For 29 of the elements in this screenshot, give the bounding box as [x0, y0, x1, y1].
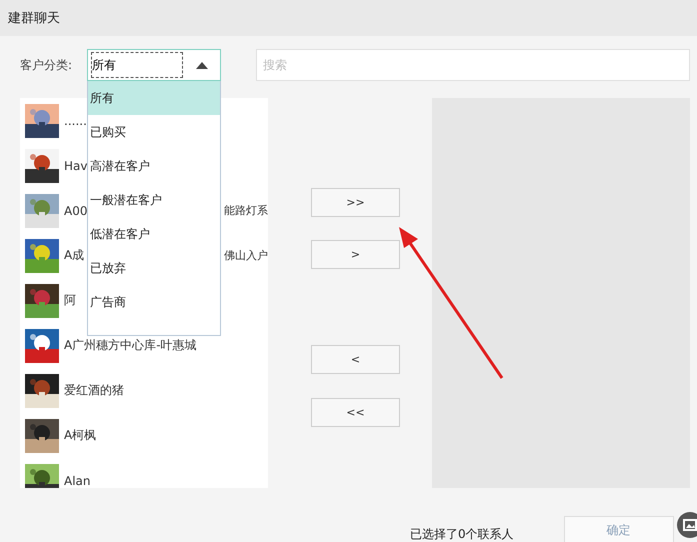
- dropdown-option[interactable]: 已放弃: [88, 251, 220, 285]
- contact-name[interactable]: 能路灯系: [224, 203, 268, 218]
- move-button[interactable]: <: [311, 345, 400, 374]
- dropdown-option[interactable]: 已购买: [88, 115, 220, 149]
- caret-icon: [196, 61, 208, 69]
- contact-name[interactable]: 爱红酒的猪: [64, 382, 124, 399]
- dropdown-option[interactable]: 低潜在客户: [88, 217, 220, 251]
- dropdown-option[interactable]: 广告商: [88, 285, 220, 319]
- contact-name[interactable]: 阿: [64, 292, 76, 309]
- contact-name[interactable]: 佛山入户: [224, 248, 268, 263]
- contact-name[interactable]: A00: [64, 204, 88, 218]
- contact-name[interactable]: A柯枫: [64, 427, 96, 444]
- contact-name[interactable]: Hav: [64, 158, 88, 172]
- contact-name[interactable]: A广州穗方中心库-叶惠城: [64, 337, 197, 354]
- dropdown-option[interactable]: 高潜在客户: [88, 149, 220, 183]
- contact-name[interactable]: ......: [64, 114, 87, 128]
- filter-label: 客户分类:: [20, 56, 74, 74]
- move-button[interactable]: >>: [311, 188, 400, 217]
- move-button[interactable]: <<: [311, 398, 400, 427]
- dropdown-option[interactable]: 所有: [88, 81, 220, 115]
- move-button[interactable]: >: [311, 240, 400, 269]
- contact-name[interactable]: Alan: [64, 474, 91, 488]
- category-dropdown[interactable]: 所有: [87, 49, 221, 81]
- dropdown-option[interactable]: 一般潜在客户: [88, 183, 220, 217]
- search-field[interactable]: 搜索: [256, 49, 690, 81]
- selection-status: 已选择了0个联系人: [410, 526, 514, 542]
- contact-name[interactable]: A成: [64, 247, 84, 264]
- image-icon[interactable]: [677, 512, 697, 538]
- window-title: 建群聊天: [8, 10, 60, 27]
